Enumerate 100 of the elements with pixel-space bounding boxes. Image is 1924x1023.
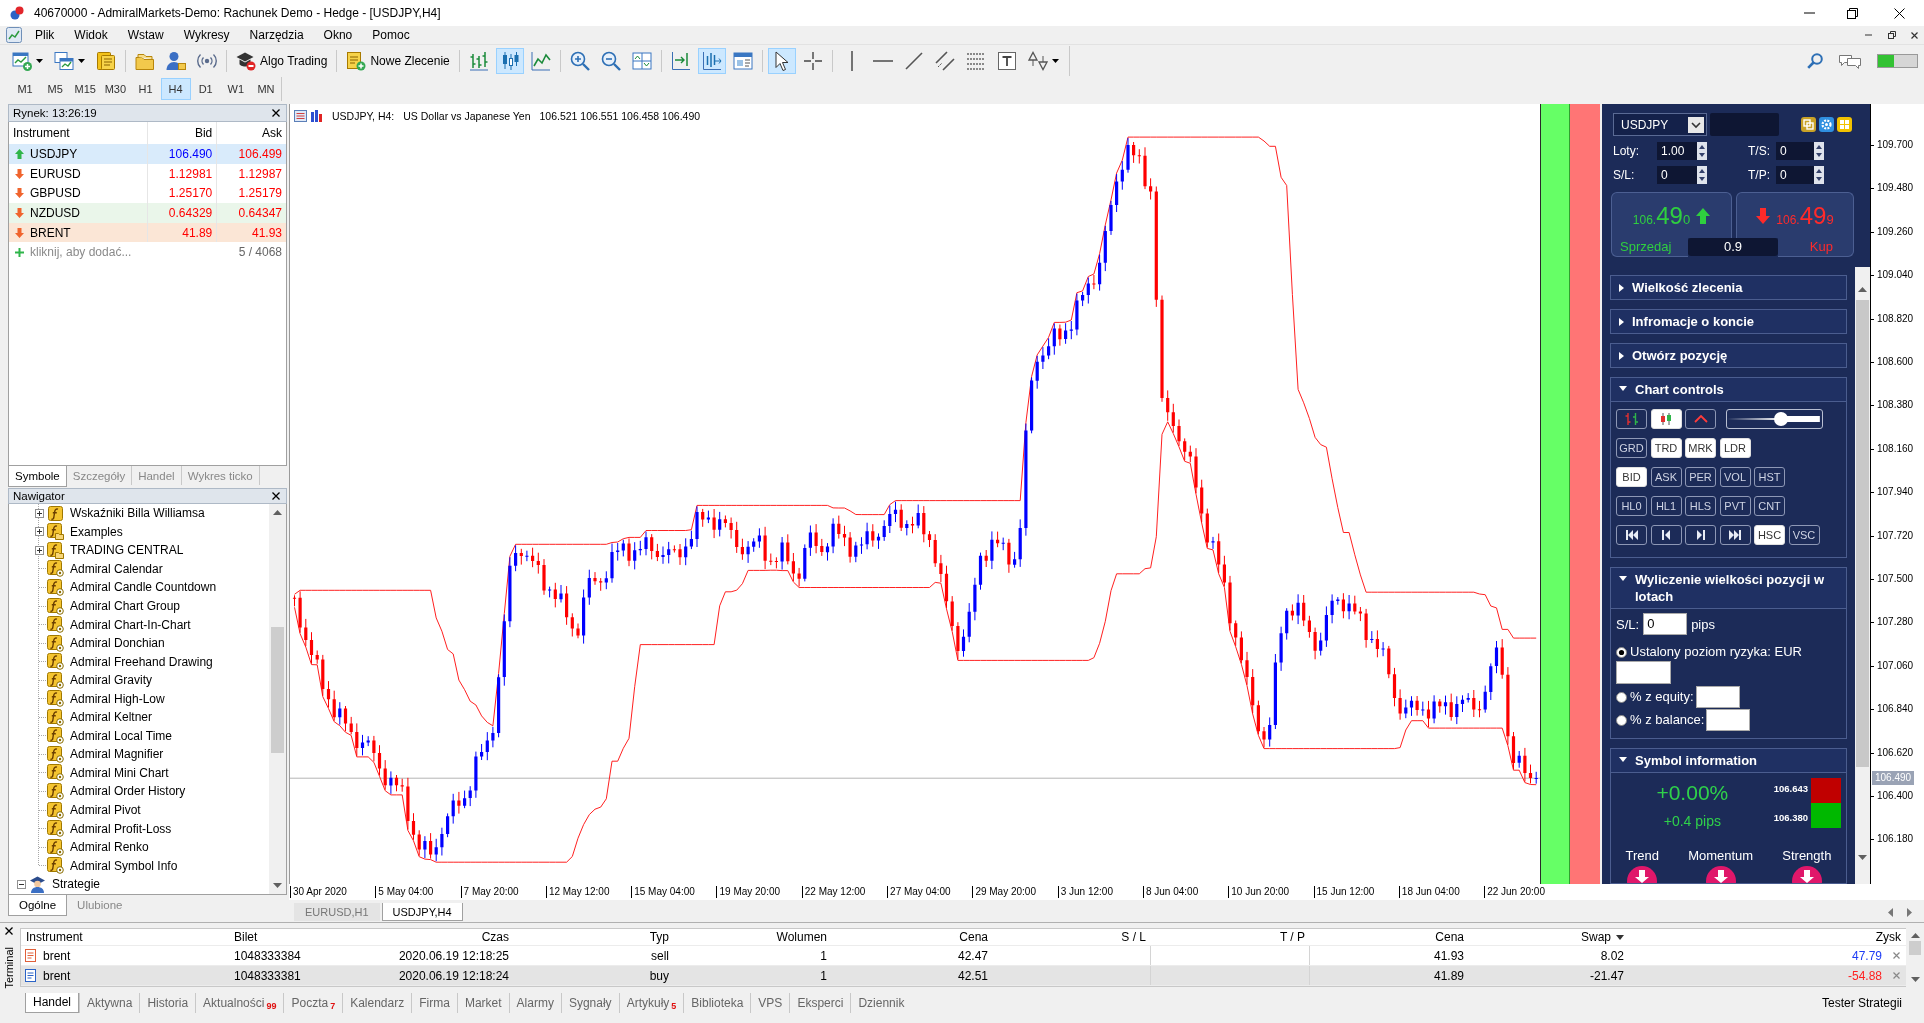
- tree-item[interactable]: TRADING CENTRAL: [70, 543, 184, 558]
- timeframe-button[interactable]: MN: [250, 78, 281, 100]
- chart-control-button[interactable]: GRD: [1616, 438, 1647, 458]
- value-input[interactable]: [1695, 686, 1740, 708]
- quote-row[interactable]: NZDUSD 0.64329 0.64347: [9, 203, 286, 223]
- terminal-tab[interactable]: Dziennik: [850, 992, 912, 1013]
- chart-control-button[interactable]: VOL: [1719, 467, 1751, 487]
- chart-control-button[interactable]: [1685, 525, 1716, 545]
- terminal-tab[interactable]: Eksperci: [789, 992, 851, 1013]
- tree-item[interactable]: Admiral Symbol Info: [70, 858, 178, 873]
- panel-tab[interactable]: Symbole: [8, 466, 67, 487]
- plus-icon[interactable]: [34, 527, 44, 537]
- chart-control-button[interactable]: BID: [1616, 467, 1647, 487]
- chart-control-button[interactable]: MRK: [1685, 438, 1716, 458]
- tree-item[interactable]: Admiral Chart-In-Chart: [70, 617, 191, 632]
- tree-item[interactable]: Admiral Freehand Drawing: [70, 654, 213, 669]
- tree-item[interactable]: Admiral Profit-Loss: [70, 821, 172, 836]
- tree-item[interactable]: Admiral Magnifier: [70, 747, 164, 762]
- section-header[interactable]: Symbol information: [1611, 749, 1846, 773]
- toolbar-button[interactable]: [495, 47, 524, 74]
- bar-chart-icon[interactable]: [310, 110, 323, 122]
- tree-item[interactable]: Admiral Gravity: [70, 673, 152, 688]
- chart-control-button[interactable]: HLS: [1685, 496, 1716, 516]
- terminal-tab[interactable]: VPS: [750, 992, 790, 1013]
- chart-control-button[interactable]: PVT: [1719, 496, 1751, 516]
- scroll-left-icon[interactable]: [1888, 908, 1893, 917]
- column-header[interactable]: Wolumen: [776, 930, 827, 944]
- toolbar-button[interactable]: Nowe Zlecenie: [342, 47, 454, 74]
- column-header[interactable]: Swap: [1580, 930, 1611, 944]
- radio-icon[interactable]: [1616, 714, 1627, 726]
- spinner-icon[interactable]: [1814, 166, 1824, 184]
- tree-item[interactable]: Admiral Chart Group: [70, 599, 181, 613]
- section-header[interactable]: Wyliczenie wielkości pozycji w lotach: [1611, 568, 1846, 609]
- section-header[interactable]: Wielkość zlecenia: [1610, 275, 1847, 300]
- chart-tab[interactable]: EURUSD,H1: [294, 903, 380, 921]
- panel-tab[interactable]: Ogólne: [8, 895, 68, 916]
- section-header[interactable]: Infromacje o koncie: [1610, 309, 1847, 334]
- tree-item[interactable]: Admiral Candle Countdown: [70, 580, 217, 595]
- toolbar-button[interactable]: [767, 47, 796, 74]
- menu-item[interactable]: Widok: [64, 27, 118, 43]
- settings-icon[interactable]: [1819, 117, 1834, 132]
- tree-item[interactable]: Wskaźniki Billa Williamsa: [70, 506, 205, 521]
- plus-icon[interactable]: [34, 508, 44, 518]
- quote-row[interactable]: USDJPY 106.490 106.499: [9, 144, 286, 164]
- spinner-icon[interactable]: [1697, 142, 1707, 160]
- terminal-tab[interactable]: Alarmy: [508, 992, 561, 1013]
- symbol-dropdown[interactable]: USDJPY: [1613, 113, 1707, 136]
- plus-icon[interactable]: [34, 545, 44, 555]
- chart-control-button[interactable]: [1650, 525, 1682, 545]
- close-icon[interactable]: [272, 492, 280, 500]
- terminal-tab[interactable]: Firma: [411, 992, 457, 1013]
- chart-control-button[interactable]: [1719, 525, 1751, 545]
- tree-item[interactable]: Admiral High-Low: [70, 691, 165, 706]
- chart-control-button[interactable]: CNT: [1754, 496, 1785, 516]
- sell-button[interactable]: Sprzedaj: [1611, 238, 1688, 257]
- zoom-slider[interactable]: [1725, 409, 1823, 429]
- grid-icon[interactable]: [1837, 117, 1852, 132]
- toolbar-button[interactable]: [697, 47, 726, 74]
- radio-icon[interactable]: [1616, 646, 1627, 658]
- menu-item[interactable]: Plik: [25, 27, 65, 43]
- chart-control-button[interactable]: LDR: [1719, 438, 1751, 458]
- terminal-tab[interactable]: Sygnały: [560, 992, 619, 1013]
- quote-row[interactable]: BRENT 41.89 41.93: [9, 222, 286, 243]
- chart-tab[interactable]: USDJPY,H4: [381, 903, 463, 921]
- radio-icon[interactable]: [1616, 691, 1627, 703]
- slider-thumb[interactable]: [1773, 412, 1788, 426]
- timeframe-button[interactable]: M30: [100, 78, 131, 100]
- timeframe-button[interactable]: W1: [220, 78, 251, 100]
- value-input[interactable]: [1616, 661, 1671, 684]
- chat-icon[interactable]: [1839, 52, 1861, 69]
- chart-control-button[interactable]: HL0: [1616, 496, 1647, 516]
- scrollbar-thumb[interactable]: [271, 627, 284, 753]
- number-input[interactable]: 0: [1776, 142, 1814, 160]
- order-row[interactable]: brent 1048333381 2020.06.19 12:18:24 buy 1 42.51 41.89 -21.47 -54.88: [21, 966, 1906, 986]
- number-input[interactable]: 0: [1776, 166, 1814, 184]
- section-header[interactable]: Otwórz pozycję: [1610, 343, 1847, 368]
- search-icon[interactable]: [1807, 52, 1823, 69]
- column-header[interactable]: Bilet: [234, 930, 258, 944]
- minus-icon[interactable]: [16, 879, 26, 889]
- tree-item[interactable]: Admiral Pivot: [70, 803, 141, 817]
- terminal-tab[interactable]: Biblioteka: [683, 992, 751, 1013]
- timeframe-button[interactable]: M5: [40, 78, 71, 100]
- chart-control-button[interactable]: HL1: [1650, 496, 1682, 516]
- tree-item[interactable]: Admiral Mini Chart: [70, 765, 169, 780]
- chart-control-button[interactable]: VSC: [1788, 525, 1820, 545]
- terminal-tab[interactable]: Aktywna: [79, 992, 140, 1013]
- menu-item[interactable]: Narzędzia: [239, 27, 314, 43]
- scroll-up-icon[interactable]: [1910, 933, 1920, 938]
- column-header[interactable]: Instrument: [26, 930, 83, 944]
- scroll-up-icon[interactable]: [273, 510, 282, 515]
- menu-item[interactable]: Okno: [313, 27, 363, 43]
- scroll-up-icon[interactable]: [1858, 287, 1867, 292]
- order-row[interactable]: brent 1048333384 2020.06.19 12:18:25 sell 1 42.47 41.93 8.02 47.79: [21, 946, 1906, 966]
- column-header[interactable]: T / P: [1279, 930, 1305, 944]
- menu-item[interactable]: Wykresy: [173, 27, 240, 43]
- chart-control-button[interactable]: ASK: [1650, 467, 1682, 487]
- scroll-right-icon[interactable]: [1907, 908, 1912, 917]
- scrollbar-thumb[interactable]: [1856, 300, 1869, 767]
- timeframe-button[interactable]: M1: [10, 78, 41, 100]
- timeframe-button[interactable]: H1: [130, 78, 161, 100]
